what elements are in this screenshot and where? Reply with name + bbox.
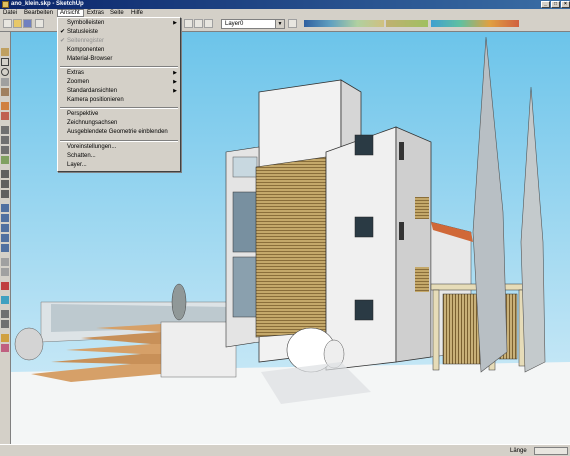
tree — [14, 327, 44, 361]
menu-item-seitenregister: Seitenregister — [67, 38, 105, 44]
view-top-icon[interactable] — [194, 19, 203, 28]
sketchup-app-icon — [2, 1, 9, 8]
menu-separator — [60, 66, 178, 68]
tape-measure-icon[interactable] — [1, 170, 9, 178]
axes-icon[interactable] — [1, 310, 9, 318]
side-slat-panel — [415, 267, 429, 292]
color-swatch-strip-3[interactable] — [431, 20, 519, 27]
menu-separator — [60, 140, 178, 142]
view-front-icon[interactable] — [204, 19, 213, 28]
arc-icon[interactable] — [1, 78, 9, 86]
layer-select[interactable]: Layer0 ▼ — [221, 19, 285, 29]
menu-item-zoomen[interactable]: Zoomen — [67, 78, 89, 86]
paint-bucket-icon[interactable] — [1, 102, 9, 110]
window — [399, 142, 404, 160]
window — [354, 216, 374, 238]
view-menu-dropdown: Symbolleisten ▶ ✔ Statusleiste ✔ Seitenr… — [57, 17, 181, 172]
scale-icon[interactable] — [1, 146, 9, 154]
cut-icon[interactable] — [35, 19, 44, 28]
follow-me-icon[interactable] — [1, 296, 9, 304]
tree — [171, 283, 187, 321]
look-around-icon[interactable] — [1, 268, 9, 276]
new-file-icon[interactable] — [3, 19, 12, 28]
3d-text-icon[interactable] — [1, 344, 9, 352]
menu-item-symbolleisten[interactable]: Symbolleisten — [67, 19, 104, 27]
pan-icon[interactable] — [1, 214, 9, 222]
menu-item-material-browser[interactable]: Material-Browser — [67, 55, 112, 63]
measurement-label: Länge — [510, 448, 527, 454]
menu-item-statusleiste[interactable]: Statusleiste — [67, 28, 98, 36]
layer-select-value: Layer0 — [225, 21, 244, 27]
side-slat-panel — [415, 197, 429, 219]
menu-bar: Datei Bearbeiten Ansicht Extras Seite Hi… — [0, 9, 570, 17]
menu-extras[interactable]: Extras — [87, 9, 104, 17]
rotate-icon[interactable] — [1, 136, 9, 144]
submenu-arrow-icon: ▶ — [173, 88, 177, 94]
submenu-arrow-icon: ▶ — [173, 20, 177, 26]
zoom-window-icon[interactable] — [1, 234, 9, 242]
menu-datei[interactable]: Datei — [3, 9, 17, 17]
title-bar: ano_klein.skp - SketchUp _ □ × — [0, 0, 570, 9]
menu-item-ausgeblendete-geometrie[interactable]: Ausgeblendete Geometrie einblenden — [67, 128, 168, 136]
close-button[interactable]: × — [561, 1, 570, 8]
menu-item-standardansichten[interactable]: Standardansichten — [67, 87, 117, 95]
menu-separator — [60, 107, 178, 109]
glass-facade — [232, 191, 258, 253]
save-disk-icon[interactable] — [23, 19, 32, 28]
walk-icon[interactable] — [1, 258, 9, 266]
check-icon: ✔ — [60, 38, 66, 44]
pencil-icon[interactable] — [1, 48, 9, 56]
balcony-railing — [232, 156, 258, 178]
color-swatch-strip-2[interactable] — [386, 20, 428, 27]
submenu-arrow-icon: ▶ — [173, 70, 177, 76]
menu-item-voreinstellungen[interactable]: Voreinstellungen... — [67, 143, 116, 151]
submenu-arrow-icon: ▶ — [173, 79, 177, 85]
menu-item-layer[interactable]: Layer... — [67, 161, 87, 169]
push-pull-icon[interactable] — [1, 112, 9, 120]
menu-seite[interactable]: Seite — [110, 9, 124, 17]
window — [399, 222, 404, 240]
protractor-icon[interactable] — [1, 180, 9, 188]
position-camera-icon[interactable] — [1, 320, 9, 328]
minimize-button[interactable]: _ — [541, 1, 550, 8]
menu-item-zeichnungsachsen[interactable]: Zeichnungsachsen — [67, 119, 117, 127]
text-icon[interactable] — [1, 334, 9, 342]
window-title: ano_klein.skp - SketchUp — [11, 1, 84, 7]
circle-icon[interactable] — [1, 68, 9, 76]
eraser-icon[interactable] — [1, 88, 9, 96]
measurement-input[interactable] — [534, 447, 568, 455]
view-iso-icon[interactable] — [184, 19, 193, 28]
right-block-front — [325, 126, 397, 371]
menu-ansicht[interactable]: Ansicht — [57, 9, 84, 17]
layer-manager-icon[interactable] — [288, 19, 297, 28]
orbit-icon[interactable] — [1, 204, 9, 212]
menu-item-kamera-positionieren[interactable]: Kamera positionieren — [67, 96, 124, 104]
tool-palette — [0, 32, 11, 444]
menu-item-komponenten[interactable]: Komponenten — [67, 46, 104, 54]
offset-icon[interactable] — [1, 156, 9, 164]
menu-item-extras[interactable]: Extras — [67, 69, 84, 77]
glass-facade-lower — [232, 256, 258, 318]
rectangle-icon[interactable] — [1, 58, 9, 66]
layer-check-icon[interactable] — [213, 19, 219, 28]
menu-item-schatten[interactable]: Schatten... — [67, 152, 96, 160]
maximize-button[interactable]: □ — [551, 1, 560, 8]
section-plane-icon[interactable] — [1, 282, 9, 290]
right-block-side — [395, 126, 432, 363]
dimension-icon[interactable] — [1, 190, 9, 198]
window — [354, 299, 374, 321]
wood-slat-panel — [255, 156, 327, 338]
chevron-down-icon[interactable]: ▼ — [275, 20, 284, 28]
menu-item-perspektive[interactable]: Perspektive — [67, 110, 98, 118]
open-folder-icon[interactable] — [13, 19, 22, 28]
menu-hilfe[interactable]: Hilfe — [131, 9, 143, 17]
menu-bearbeiten[interactable]: Bearbeiten — [24, 9, 53, 17]
window — [354, 134, 374, 156]
zoom-extents-icon[interactable] — [1, 244, 9, 252]
check-icon: ✔ — [60, 29, 66, 35]
status-bar: Länge — [0, 444, 570, 456]
move-icon[interactable] — [1, 126, 9, 134]
zoom-icon[interactable] — [1, 224, 9, 232]
color-swatch-strip[interactable] — [304, 20, 384, 27]
